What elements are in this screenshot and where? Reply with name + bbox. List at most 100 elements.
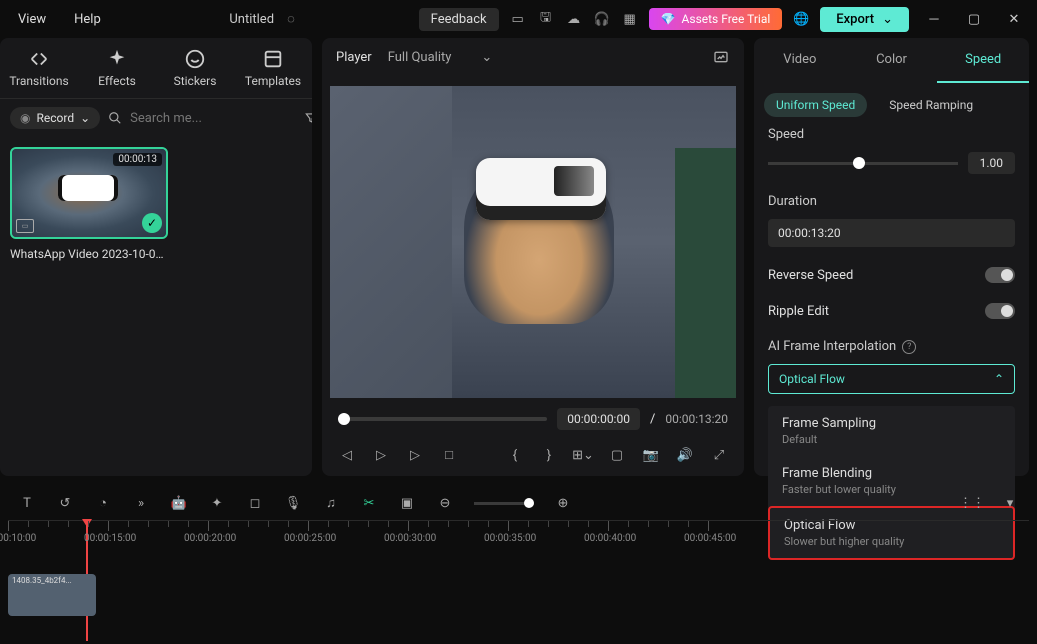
clip-thumbnail[interactable]: 00:00:13 ▭ ✓ xyxy=(10,147,168,239)
tab-label: Effects xyxy=(98,74,136,88)
headphones-icon[interactable]: 🎧 xyxy=(593,10,611,28)
ratio-icon[interactable]: ⊞⌄ xyxy=(574,446,592,464)
option-title: Frame Sampling xyxy=(782,416,1001,431)
globe-icon[interactable]: 🌐 xyxy=(792,10,810,28)
maximize-button[interactable]: ▢ xyxy=(959,12,989,27)
layout-icon[interactable]: ▭ xyxy=(509,10,527,28)
play-icon[interactable]: ▷ xyxy=(372,446,390,464)
timeline-clip[interactable]: 1408.35_4b2f4... xyxy=(8,574,96,616)
video-preview[interactable] xyxy=(330,86,736,398)
clip-type-icon: ▭ xyxy=(16,219,34,233)
feedback-button[interactable]: Feedback xyxy=(419,8,499,31)
mic-icon[interactable]: 🎙 xyxy=(284,494,302,512)
ruler-label: 00:00:10:00 xyxy=(0,533,36,544)
export-label: Export xyxy=(836,12,874,27)
grid-icon[interactable]: ▦ xyxy=(621,10,639,28)
transitions-icon xyxy=(28,48,50,70)
properties-panel: Video Color Speed Uniform Speed Speed Ra… xyxy=(754,38,1029,476)
tab-color[interactable]: Color xyxy=(846,38,938,83)
ripple-edit-toggle[interactable] xyxy=(985,303,1015,319)
clip-name: WhatsApp Video 2023-10-05... xyxy=(10,247,168,261)
history-icon[interactable]: ↺ xyxy=(56,494,74,512)
cloud-sync-icon[interactable]: ◌ xyxy=(282,10,300,28)
tab-label: Stickers xyxy=(174,74,217,88)
zoom-slider[interactable] xyxy=(474,502,534,505)
ruler-label: 00:00:35:00 xyxy=(484,533,536,544)
record-label: Record xyxy=(36,111,74,125)
menu-help[interactable]: Help xyxy=(64,8,111,31)
uniform-speed-mode[interactable]: Uniform Speed xyxy=(764,93,867,117)
zoom-in-icon[interactable]: ⊕ xyxy=(554,494,572,512)
stop-icon[interactable]: □ xyxy=(440,446,458,464)
progress-slider[interactable] xyxy=(338,417,547,421)
ai-interpolation-label: AI Frame Interpolation xyxy=(768,339,896,354)
reverse-speed-toggle[interactable] xyxy=(985,267,1015,283)
marker-icon[interactable]: ◻ xyxy=(246,494,264,512)
titlebar: View Help Untitled ◌ Feedback ▭ 🖫 ☁ 🎧 ▦ … xyxy=(0,0,1037,38)
ruler-label: 00:00:20:00 xyxy=(184,533,236,544)
export-button[interactable]: Export ⌄ xyxy=(820,7,909,32)
ruler-label: 00:00:25:00 xyxy=(284,533,336,544)
search-input[interactable] xyxy=(130,111,296,126)
effects-icon xyxy=(106,48,128,70)
ruler-label: 00:00:30:00 xyxy=(384,533,436,544)
media-panel: Transitions Effects Stickers Templates ◉… xyxy=(0,38,312,476)
music-icon[interactable]: ♫ xyxy=(322,494,340,512)
menu-view[interactable]: View xyxy=(8,8,56,31)
player-label: Player xyxy=(336,50,372,65)
text-tool-icon[interactable]: T xyxy=(18,494,36,512)
play-forward-icon[interactable]: ▷ xyxy=(406,446,424,464)
media-clip[interactable]: 00:00:13 ▭ ✓ WhatsApp Video 2023-10-05..… xyxy=(10,147,168,261)
timeline-ruler[interactable]: 00:00:10:00 00:00:15:00 00:00:20:00 00:0… xyxy=(8,520,1029,546)
tab-speed[interactable]: Speed xyxy=(937,38,1029,83)
auto-cut-icon[interactable]: ✂ xyxy=(360,494,378,512)
tab-effects[interactable]: Effects xyxy=(78,38,156,98)
chevron-down-icon: ⌄ xyxy=(481,50,492,65)
tab-video[interactable]: Video xyxy=(754,38,846,83)
tab-stickers[interactable]: Stickers xyxy=(156,38,234,98)
prev-frame-icon[interactable]: ◁ xyxy=(338,446,356,464)
camera-icon[interactable]: 📷 xyxy=(642,446,660,464)
cloud-icon[interactable]: ☁ xyxy=(565,10,583,28)
clip-used-icon: ✓ xyxy=(142,213,162,233)
tab-label: Transitions xyxy=(9,74,68,88)
minimize-button[interactable]: ─ xyxy=(919,11,949,27)
bracket-in-icon[interactable]: { xyxy=(506,446,524,464)
grip-icon[interactable]: ⋮⋮ xyxy=(963,494,981,512)
quality-select[interactable]: Full Quality ⌄ xyxy=(388,50,493,65)
volume-icon[interactable]: 🔊 xyxy=(676,446,694,464)
ai-interpolation-select[interactable]: Optical Flow ⌃ xyxy=(768,364,1015,394)
bracket-out-icon[interactable]: } xyxy=(540,446,558,464)
assets-trial-button[interactable]: 💎 Assets Free Trial xyxy=(649,8,783,30)
adjust-icon[interactable]: ✦ xyxy=(208,494,226,512)
mask-icon[interactable]: ◔ xyxy=(94,494,112,512)
help-icon[interactable]: ? xyxy=(902,340,916,354)
option-title: Frame Blending xyxy=(782,466,1001,481)
tab-templates[interactable]: Templates xyxy=(234,38,312,98)
duration-value[interactable]: 00:00:13:20 xyxy=(768,219,1015,247)
speed-value[interactable]: 1.00 xyxy=(968,152,1015,174)
timeline-track[interactable]: 1408.35_4b2f4... xyxy=(8,566,1029,616)
speed-ramping-mode[interactable]: Speed Ramping xyxy=(877,93,985,117)
filter-icon[interactable] xyxy=(304,109,312,127)
ruler-label: 00:00:45:00 xyxy=(684,533,736,544)
reverse-speed-label: Reverse Speed xyxy=(768,268,853,283)
display-icon[interactable]: ▢ xyxy=(608,446,626,464)
crop-icon[interactable]: ▣ xyxy=(398,494,416,512)
option-frame-sampling[interactable]: Frame Sampling Default xyxy=(768,406,1015,456)
speed-slider[interactable] xyxy=(768,162,958,165)
gem-icon: 💎 xyxy=(661,12,676,26)
more-tools-icon[interactable]: » xyxy=(132,494,150,512)
assets-trial-label: Assets Free Trial xyxy=(682,12,771,26)
tab-transitions[interactable]: Transitions xyxy=(0,38,78,98)
snapshot-icon[interactable] xyxy=(712,48,730,66)
save-icon[interactable]: 🖫 xyxy=(537,10,555,28)
fullscreen-icon[interactable]: ⤢ xyxy=(710,446,728,464)
chevron-up-icon: ⌃ xyxy=(994,372,1004,386)
search-icon xyxy=(108,109,122,127)
chevron-down-icon[interactable]: ▾ xyxy=(1001,494,1019,512)
ai-tool-icon[interactable]: 🤖 xyxy=(170,494,188,512)
close-button[interactable]: ✕ xyxy=(999,12,1029,27)
zoom-out-icon[interactable]: ⊖ xyxy=(436,494,454,512)
record-button[interactable]: ◉ Record ⌄ xyxy=(10,107,100,129)
